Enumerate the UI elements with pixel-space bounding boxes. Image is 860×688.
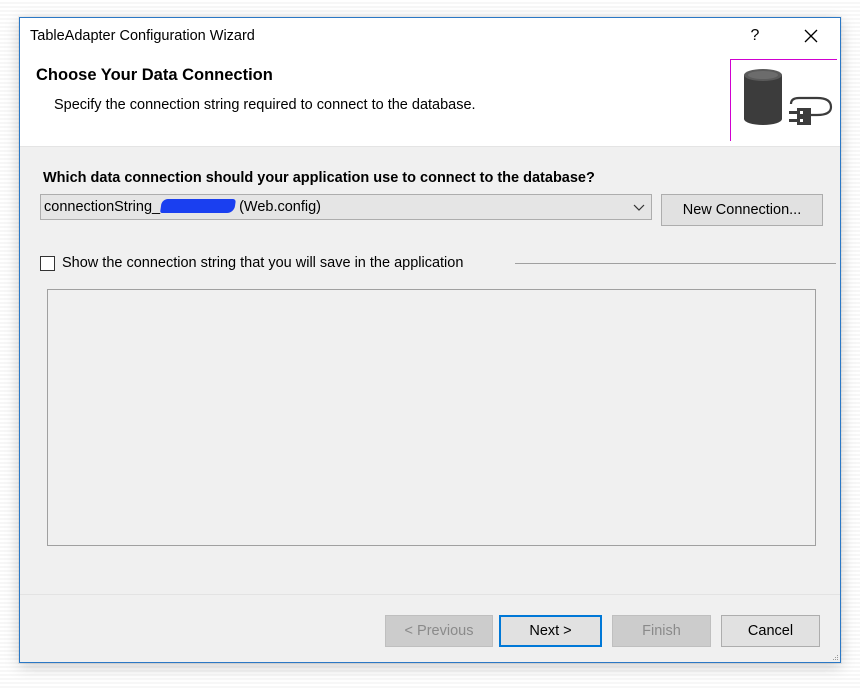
resize-grip-icon[interactable] [831, 653, 839, 661]
close-button[interactable] [788, 18, 834, 54]
group-divider [515, 263, 836, 264]
connection-string-textarea[interactable] [47, 289, 816, 546]
redaction-scribble [160, 199, 237, 213]
next-button[interactable]: Next > [499, 615, 602, 647]
footer-divider [20, 594, 840, 595]
wizard-header: Choose Your Data Connection Specify the … [20, 54, 840, 147]
connection-question: Which data connection should your applic… [43, 170, 595, 186]
title-bar[interactable]: TableAdapter Configuration Wizard ? [20, 18, 840, 54]
connection-select-value: connectionString_ (Web.config) [44, 199, 321, 215]
page-subtitle: Specify the connection string required t… [54, 97, 476, 113]
help-icon: ? [750, 27, 760, 44]
show-connection-string-checkbox[interactable] [40, 256, 55, 271]
connection-select[interactable]: connectionString_ (Web.config) [40, 194, 652, 220]
show-connection-string-label[interactable]: Show the connection string that you will… [62, 255, 463, 271]
database-plug-icon [730, 59, 837, 141]
chevron-down-icon [633, 204, 645, 211]
window-title: TableAdapter Configuration Wizard [30, 28, 255, 44]
show-connection-string-row: Show the connection string that you will… [40, 255, 836, 275]
finish-button[interactable]: Finish [612, 615, 711, 647]
previous-button[interactable]: < Previous [385, 615, 493, 647]
wizard-dialog: TableAdapter Configuration Wizard ? Choo… [19, 17, 841, 663]
cancel-button[interactable]: Cancel [721, 615, 820, 647]
connection-prefix: connectionString_ [44, 199, 161, 215]
help-button[interactable]: ? [732, 18, 778, 54]
connection-suffix: (Web.config) [239, 199, 322, 215]
page-title: Choose Your Data Connection [36, 66, 273, 84]
close-icon [804, 29, 818, 43]
new-connection-button[interactable]: New Connection... [661, 194, 823, 226]
